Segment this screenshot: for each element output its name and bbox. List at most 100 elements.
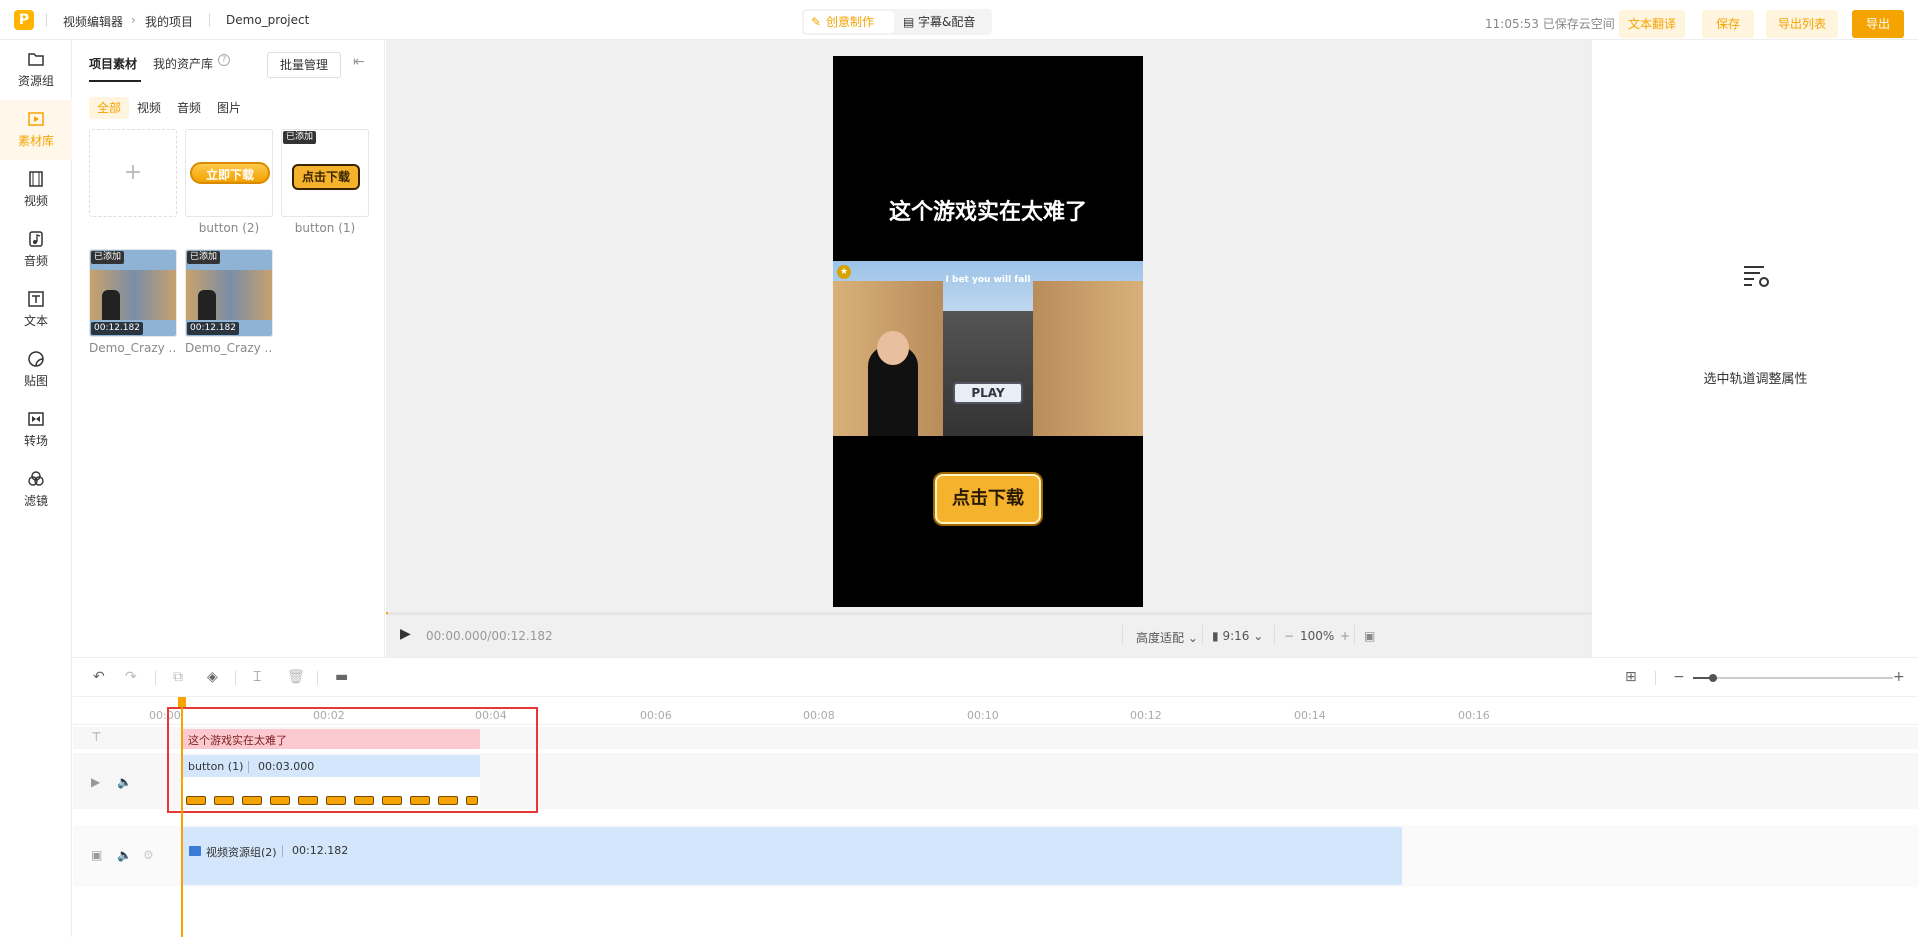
folder-icon[interactable]: ▬ <box>335 669 348 685</box>
filter-all[interactable]: 全部 <box>89 97 130 119</box>
add-asset-button[interactable]: + <box>89 129 177 217</box>
export-button[interactable]: 导出 <box>1852 10 1904 38</box>
divider <box>1354 625 1355 645</box>
split-icon[interactable]: ⌶ <box>253 669 261 685</box>
nav-label: 滤镜 <box>23 494 48 508</box>
main-clip-name: 视频资源组(2) <box>206 846 277 859</box>
nav-video[interactable]: 视频 <box>0 160 72 220</box>
app-logo[interactable]: P <box>14 10 34 30</box>
zoom-in-icon[interactable]: + <box>1893 669 1905 685</box>
undo-icon[interactable]: ↶ <box>93 669 105 685</box>
collapse-panel-icon[interactable]: ⇤ <box>353 54 365 70</box>
auto-fit-icon[interactable]: ⊞ <box>1625 669 1637 685</box>
zoom-slider-handle[interactable] <box>1709 674 1717 682</box>
media-library-icon <box>28 112 44 126</box>
tab-subtitle-dubbing[interactable]: ▤ 字幕&配音 <box>896 11 990 33</box>
divider <box>209 13 210 27</box>
asset-card[interactable]: 已添加 00:12.182 <box>185 249 273 337</box>
filter-image[interactable]: 图片 <box>209 97 249 119</box>
divider <box>46 13 47 27</box>
preview-area: 这个游戏实在太难了 I bet you will fall PLAY ★ 点击下… <box>386 40 1591 657</box>
zoom-out-icon[interactable]: − <box>1284 629 1294 643</box>
timeline-zoom-slider[interactable] <box>1693 674 1893 682</box>
paint-icon[interactable]: ◈ <box>207 669 218 685</box>
project-name[interactable]: Demo_project <box>226 13 309 27</box>
added-badge: 已添加 <box>283 131 317 144</box>
asset-card[interactable]: 立即下载 <box>185 129 273 217</box>
ruler-tick: 00:06 <box>640 709 672 722</box>
nav-label: 转场 <box>23 434 48 448</box>
folder-icon <box>189 846 201 856</box>
divider <box>282 845 283 857</box>
nav-label: 音频 <box>23 254 48 268</box>
tab-creative[interactable]: ✎ 创意制作 <box>804 11 894 33</box>
delete-icon[interactable]: 🗑 <box>287 669 305 685</box>
divider <box>1274 625 1275 645</box>
nav-text[interactable]: 文本 <box>0 280 72 340</box>
ratio-select[interactable]: ▮ 9:16 ⌄ <box>1212 629 1263 643</box>
music-icon <box>29 231 43 247</box>
nav-label: 文本 <box>23 314 48 328</box>
sticker-icon <box>28 351 44 367</box>
export-list-button[interactable]: 导出列表 <box>1766 10 1838 38</box>
batch-manage-button[interactable]: 批量管理 <box>267 52 341 78</box>
timeline: 00:00 00:02 00:04 00:06 00:08 00:10 00:1… <box>73 697 1918 937</box>
text-track-icon: ⊤ <box>91 730 102 744</box>
copy-icon[interactable]: ⧉ <box>173 669 183 685</box>
redo-icon[interactable]: ↷ <box>125 669 137 685</box>
main-track-icon: ▣ <box>91 848 103 862</box>
road <box>943 311 1033 436</box>
nav-label: 贴图 <box>23 374 48 388</box>
save-button[interactable]: 保存 <box>1702 10 1754 38</box>
zoom-out-icon[interactable]: − <box>1673 669 1685 685</box>
background-image-icon[interactable]: ▣ <box>1364 629 1375 643</box>
zoom-in-icon[interactable]: + <box>1340 629 1350 643</box>
video-track-icon: ▶ <box>91 775 101 789</box>
settings-icon[interactable]: ⚙ <box>143 848 154 862</box>
nav-filter[interactable]: 滤镜 <box>0 460 72 520</box>
volume-icon[interactable]: 🔈 <box>117 848 132 862</box>
film-icon <box>29 171 43 187</box>
translate-button[interactable]: 文本翻译 <box>1619 10 1685 38</box>
transition-icon <box>28 412 44 426</box>
filter-video[interactable]: 视频 <box>129 97 169 119</box>
tab-project-assets[interactable]: 项目素材 <box>89 55 137 72</box>
breadcrumb-my-projects[interactable]: 我的项目 <box>145 13 193 30</box>
nav-audio[interactable]: 音频 <box>0 220 72 280</box>
properties-hint: 选中轨道调整属性 <box>1703 372 1808 387</box>
playhead-handle[interactable] <box>178 697 186 707</box>
help-icon[interactable]: ? <box>218 54 230 66</box>
play-icon[interactable]: ▶ <box>400 626 411 642</box>
nav-transition[interactable]: 转场 <box>0 400 72 460</box>
left-nav: 资源组 素材库 视频 音频 文本 贴图 转场 滤镜 <box>0 40 72 937</box>
assets-panel: 项目素材 我的资产库 ? 批量管理 ⇤ 全部 视频 音频 图片 + 立即下载 b… <box>73 40 385 657</box>
main-video-clip[interactable]: 视频资源组(2) 00:12.182 <box>182 827 1402 885</box>
asset-card[interactable]: 点击下载 已添加 <box>281 129 369 217</box>
save-status: 11:05:53 已保存云空间 <box>1485 17 1615 31</box>
playhead[interactable] <box>178 697 186 937</box>
volume-icon[interactable]: 🔈 <box>117 775 132 789</box>
nav-sticker[interactable]: 贴图 <box>0 340 72 400</box>
properties-panel: 选中轨道调整属性 <box>1591 40 1918 657</box>
asset-card[interactable]: 已添加 00:12.182 <box>89 249 177 337</box>
video-canvas[interactable]: 这个游戏实在太难了 I bet you will fall PLAY ★ 点击下… <box>833 56 1143 607</box>
breadcrumb-video-editor[interactable]: 视频编辑器 <box>63 13 123 30</box>
scene-caption: I bet you will fall <box>945 275 1031 285</box>
filter-audio[interactable]: 音频 <box>169 97 209 119</box>
nav-media-library[interactable]: 素材库 <box>0 100 72 160</box>
download-graphic: 点击下载 <box>292 164 360 190</box>
chevron-right-icon: › <box>131 13 136 27</box>
asset-name: Demo_Crazy ... <box>185 341 273 355</box>
text-icon <box>28 291 44 307</box>
asset-name: Demo_Crazy ... <box>89 341 177 355</box>
tab-my-library[interactable]: 我的资产库 <box>153 55 213 72</box>
duration-badge: 00:12.182 <box>91 322 143 335</box>
chevron-down-icon: ⌄ <box>1253 629 1264 643</box>
ruler-tick: 00:12 <box>1130 709 1162 722</box>
player-controls: ▶ 00:00.000/00:12.182 高度适配 ⌄ ▮ 9:16 ⌄ − … <box>386 614 1591 657</box>
ruler-tick: 00:14 <box>1294 709 1326 722</box>
nav-resource-group[interactable]: 资源组 <box>0 40 72 100</box>
fit-mode-select[interactable]: 高度适配 ⌄ <box>1136 629 1198 646</box>
zoom-level: 100% <box>1300 629 1335 643</box>
chevron-down-icon: ⌄ <box>1187 631 1198 645</box>
